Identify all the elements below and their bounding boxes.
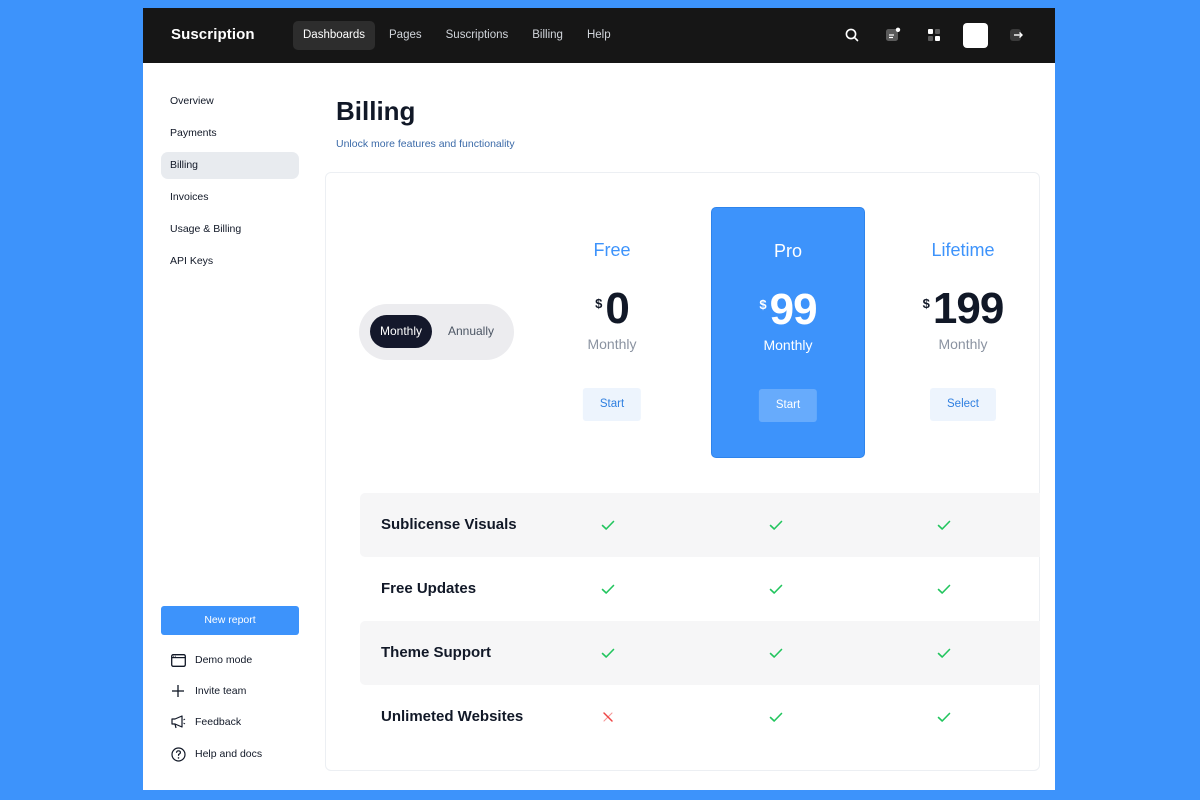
- plan-name: Pro: [773, 241, 802, 261]
- help-docs-link[interactable]: Help and docs: [170, 746, 262, 762]
- logout-icon[interactable]: [1003, 22, 1029, 48]
- check-icon: [769, 710, 783, 724]
- plan-pro: Pro $ 99 Monthly Start: [711, 207, 865, 458]
- feature-label: Unlimeted Websites: [381, 708, 524, 725]
- help-docs-label: Help and docs: [195, 748, 263, 760]
- new-report-button[interactable]: New report: [161, 606, 299, 635]
- plan-lifetime: Lifetime $ 199 Monthly Select: [886, 207, 1040, 458]
- demo-mode-label: Demo mode: [195, 654, 253, 666]
- question-circle-icon: [170, 746, 186, 762]
- feature-label: Free Updates: [381, 580, 477, 597]
- page-subtitle: Unlock more features and functionality: [336, 138, 515, 150]
- currency-symbol: $: [595, 296, 603, 311]
- plan-free: Free $ 0 Monthly Start: [535, 207, 689, 458]
- currency-symbol: $: [922, 296, 930, 311]
- megaphone-icon: [170, 714, 186, 730]
- nav-suscriptions[interactable]: Suscriptions: [436, 21, 519, 50]
- plan-price: $ 199: [886, 286, 1040, 332]
- brand-logo[interactable]: Suscription: [171, 26, 255, 43]
- check-icon: [937, 518, 951, 532]
- app-window: Suscription Dashboards Pages Suscription…: [143, 8, 1055, 790]
- sidebar-item-usage-billing[interactable]: Usage & Billing: [161, 216, 299, 243]
- plus-icon: [170, 683, 186, 699]
- pro-start-button[interactable]: Start: [758, 389, 818, 422]
- free-start-button[interactable]: Start: [582, 388, 642, 421]
- plan-price: $ 99: [712, 287, 864, 333]
- plan-name: Free: [593, 240, 631, 260]
- nav-pages[interactable]: Pages: [379, 21, 432, 50]
- price-amount: 199: [932, 284, 1004, 333]
- page-title: Billing: [336, 96, 416, 126]
- check-icon: [601, 582, 615, 596]
- avatar-image: [962, 22, 988, 48]
- search-icon[interactable]: [839, 22, 865, 48]
- top-bar: Suscription Dashboards Pages Suscription…: [143, 8, 1055, 63]
- check-icon: [937, 646, 951, 660]
- top-nav: Dashboards Pages Suscriptions Billing He…: [293, 21, 621, 50]
- feature-row: Sublicense Visuals: [360, 493, 1040, 557]
- check-icon: [769, 582, 783, 596]
- feature-row: Unlimeted Websites: [360, 685, 1040, 749]
- notes-icon[interactable]: [880, 22, 906, 48]
- top-icons: [839, 22, 1029, 48]
- feedback-link[interactable]: Feedback: [170, 714, 241, 730]
- feature-label: Sublicense Visuals: [381, 516, 517, 533]
- window-icon: [170, 652, 186, 668]
- sidebar-item-api-keys[interactable]: API Keys: [161, 248, 299, 275]
- price-amount: 0: [605, 284, 630, 333]
- plan-price: $ 0: [535, 286, 689, 332]
- sidebar-item-invoices[interactable]: Invoices: [161, 184, 299, 211]
- billing-period-toggle: Monthly Annually: [359, 304, 514, 360]
- feedback-label: Feedback: [195, 716, 242, 728]
- nav-help[interactable]: Help: [577, 21, 621, 50]
- plan-period: Monthly: [587, 336, 637, 352]
- nav-billing[interactable]: Billing: [522, 21, 573, 50]
- check-icon: [937, 710, 951, 724]
- sidebar-item-payments[interactable]: Payments: [161, 120, 299, 147]
- price-amount: 99: [769, 285, 818, 334]
- demo-mode-link[interactable]: Demo mode: [170, 652, 252, 668]
- check-icon: [601, 646, 615, 660]
- invite-team-label: Invite team: [195, 685, 247, 697]
- feature-row: Theme Support: [360, 621, 1040, 685]
- check-icon: [769, 646, 783, 660]
- toggle-annually[interactable]: Annually: [439, 315, 503, 348]
- check-icon: [601, 518, 615, 532]
- feature-row: Free Updates: [360, 557, 1040, 621]
- lifetime-select-button[interactable]: Select: [930, 388, 996, 421]
- check-icon: [937, 582, 951, 596]
- toggle-monthly[interactable]: Monthly: [370, 315, 432, 348]
- check-icon: [769, 518, 783, 532]
- nav-dashboards[interactable]: Dashboards: [293, 21, 376, 50]
- plan-name: Lifetime: [931, 240, 995, 260]
- sidebar-item-billing[interactable]: Billing: [161, 152, 299, 179]
- feature-label: Theme Support: [381, 644, 492, 661]
- plan-period: Monthly: [938, 336, 988, 352]
- currency-symbol: $: [759, 297, 767, 312]
- avatar[interactable]: [962, 22, 988, 48]
- apps-icon[interactable]: [921, 22, 947, 48]
- invite-team-link[interactable]: Invite team: [170, 683, 246, 699]
- plan-period: Monthly: [763, 337, 813, 353]
- sidebar-item-overview[interactable]: Overview: [161, 88, 299, 115]
- cross-icon: [601, 710, 615, 724]
